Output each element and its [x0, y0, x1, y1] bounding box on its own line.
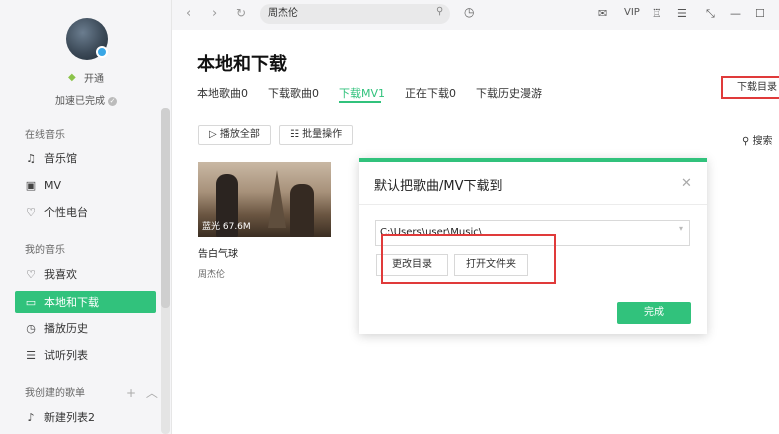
section-online-music: 在线音乐: [25, 130, 65, 141]
mv-artist[interactable]: 周杰伦: [198, 267, 225, 280]
guitarist-figure: [290, 184, 314, 237]
tab-local-songs[interactable]: 本地歌曲0: [197, 85, 248, 101]
open-folder-button[interactable]: 打开文件夹: [454, 254, 528, 276]
mini-mode-icon[interactable]: ⤡: [706, 7, 715, 21]
speed-status-label: 加速已完成: [55, 96, 105, 107]
collapse-icon[interactable]: ︿: [146, 386, 158, 400]
search-icon[interactable]: ⚲: [436, 6, 443, 17]
list-icon: ☰: [26, 348, 36, 362]
check-icon: ✓: [108, 96, 117, 106]
vip-open-row[interactable]: ◆ 开通: [0, 70, 172, 85]
forward-icon[interactable]: ›: [212, 6, 217, 21]
sidebar-item-local-download[interactable]: ▭ 本地和下载: [15, 291, 156, 313]
mv-title[interactable]: 告白气球: [198, 245, 238, 260]
monitor-icon: ▭: [25, 295, 37, 309]
mv-quality-badge: 蓝光 67.6M: [202, 222, 251, 232]
heart-icon: ♡: [26, 267, 36, 281]
sidebar-item-radio[interactable]: ♡ 个性电台: [15, 201, 156, 223]
sidebar-scrollbar-thumb[interactable]: [161, 108, 170, 308]
mv-thumbnail[interactable]: 蓝光 67.6M: [198, 162, 331, 237]
search-icon: ⚲: [742, 136, 750, 147]
play-icon: ▷: [209, 129, 217, 140]
done-button[interactable]: 完成: [617, 302, 691, 324]
sidebar-item-label: 新建列表2: [44, 411, 95, 424]
chevron-down-icon[interactable]: ▾: [679, 224, 683, 233]
note-icon: ♪: [27, 410, 35, 424]
sidebar-item-music-hall[interactable]: ♫ 音乐馆: [15, 147, 156, 169]
music-hall-icon: ♫: [26, 151, 36, 165]
refresh-icon[interactable]: ↻: [236, 6, 246, 20]
dialog-title: 默认把歌曲/MV下载到: [374, 179, 503, 194]
section-my-music: 我的音乐: [25, 245, 65, 256]
playlist-actions: + ︿: [126, 384, 158, 401]
minimize-icon[interactable]: —: [730, 7, 741, 20]
local-search-button[interactable]: ⚲ 搜索: [742, 132, 773, 147]
change-directory-button[interactable]: 更改目录: [376, 254, 448, 276]
radio-icon: ♡: [26, 205, 36, 219]
sidebar-item-label: 试听列表: [44, 349, 88, 362]
sidebar-item-mv[interactable]: ▣ MV: [15, 174, 156, 196]
local-search-label: 搜索: [752, 136, 773, 147]
back-icon[interactable]: ‹: [186, 6, 191, 21]
eiffel-tower-illustration: [268, 170, 286, 228]
sidebar-item-trial-list[interactable]: ☰ 试听列表: [15, 344, 156, 366]
download-location-dialog: 默认把歌曲/MV下载到 ✕ C:\Users\user\Music\ ▾ 更改目…: [359, 158, 707, 334]
diamond-icon: ◆: [68, 71, 76, 83]
search-input[interactable]: 周杰伦: [260, 4, 450, 24]
batch-list-icon: ☷: [290, 129, 299, 140]
page-title: 本地和下载: [197, 54, 287, 75]
history-icon[interactable]: ◷: [464, 5, 474, 19]
sidebar-item-label: 播放历史: [44, 322, 88, 335]
clock-icon: ◷: [26, 321, 36, 335]
video-icon: ▣: [25, 178, 37, 192]
tab-downloading[interactable]: 正在下载0: [405, 85, 456, 101]
sidebar-item-label: 个性电台: [44, 206, 88, 219]
sidebar-item-history[interactable]: ◷ 播放历史: [15, 317, 156, 339]
speed-status: 加速已完成 ✓: [0, 92, 172, 107]
download-directory-button[interactable]: 下载目录: [721, 76, 779, 99]
play-all-label: 播放全部: [219, 129, 260, 140]
sidebar-item-favorites[interactable]: ♡ 我喜欢: [15, 263, 156, 285]
maximize-icon[interactable]: ☐: [755, 7, 765, 20]
vip-open-label: 开通: [84, 74, 104, 85]
gender-badge-icon: [96, 46, 108, 58]
active-tab-indicator: [339, 101, 381, 103]
tab-download-history[interactable]: 下载历史漫游: [476, 85, 542, 101]
add-playlist-icon[interactable]: +: [126, 386, 136, 400]
menu-icon[interactable]: ☰: [677, 7, 687, 20]
vip-link[interactable]: VIP: [624, 7, 640, 18]
close-icon[interactable]: ✕: [681, 176, 692, 191]
qq-music-window: ◆ 开通 加速已完成 ✓ 在线音乐 ♫ 音乐馆 ▣ MV ♡ 个性电台 我的音乐 …: [0, 0, 779, 434]
mail-icon[interactable]: ✉: [598, 7, 607, 20]
skin-icon[interactable]: ♖: [652, 7, 662, 20]
download-path-field[interactable]: C:\Users\user\Music\: [375, 220, 690, 246]
top-bar: ‹ › ↻ 周杰伦 ⚲ ◷ ✉ VIP ♖ ☰ ⤡ — ☐: [172, 0, 779, 30]
play-all-button[interactable]: ▷ 播放全部: [198, 125, 271, 145]
sidebar-item-label: 本地和下载: [44, 296, 99, 309]
sidebar-item-label: MV: [44, 178, 62, 192]
dialog-divider: [359, 204, 707, 205]
batch-operation-label: 批量操作: [302, 129, 343, 140]
sidebar-item-label: 音乐馆: [44, 152, 77, 165]
sidebar-item-playlist-2[interactable]: ♪ 新建列表2: [15, 406, 156, 428]
sidebar-item-label: 我喜欢: [44, 268, 77, 281]
sidebar: ◆ 开通 加速已完成 ✓ 在线音乐 ♫ 音乐馆 ▣ MV ♡ 个性电台 我的音乐 …: [0, 0, 172, 434]
tab-downloaded-mv[interactable]: 下载MV1: [339, 85, 385, 101]
tab-downloaded-songs[interactable]: 下载歌曲0: [268, 85, 319, 101]
batch-operation-button[interactable]: ☷ 批量操作: [279, 125, 354, 145]
section-created-playlists: 我创建的歌单: [25, 388, 85, 399]
